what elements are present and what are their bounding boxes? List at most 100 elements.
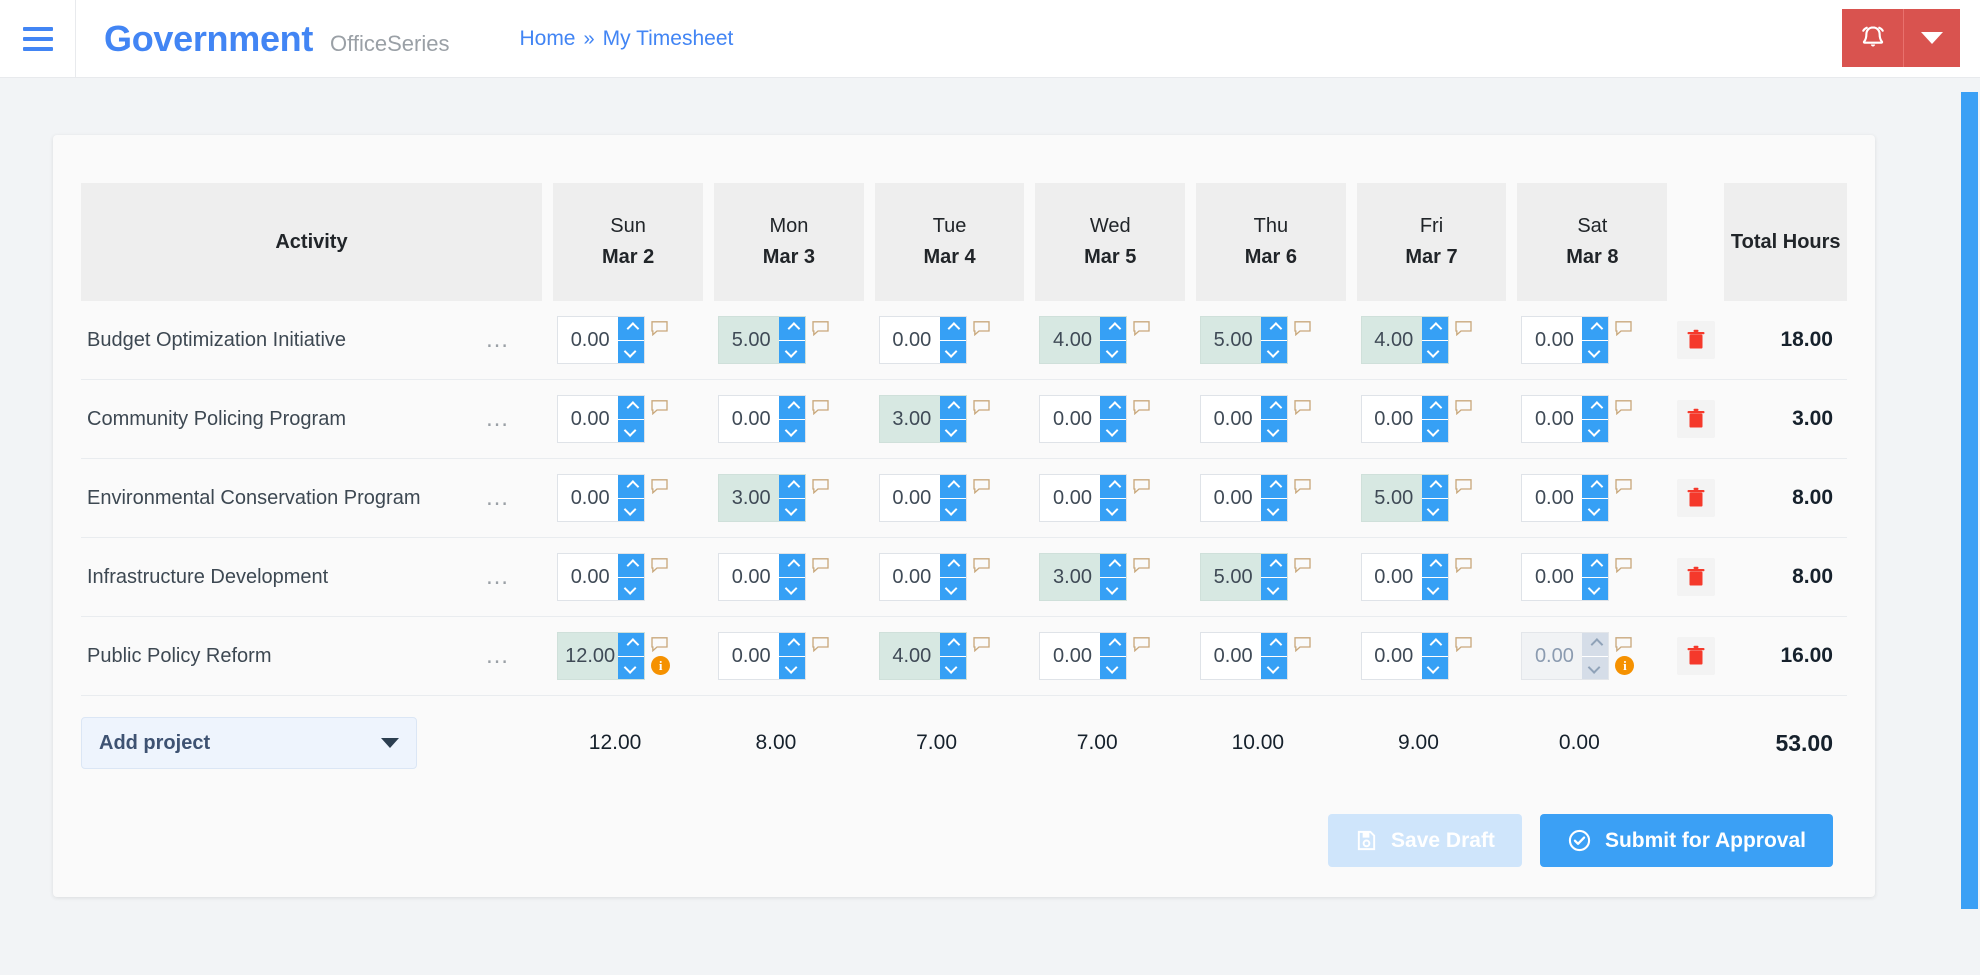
hours-stepper[interactable]: 4.00 — [878, 632, 967, 680]
info-warning-icon[interactable]: i — [651, 656, 671, 675]
comment-icon[interactable] — [1615, 637, 1633, 652]
stepper-increment-button[interactable] — [1100, 475, 1127, 499]
hours-stepper[interactable]: 0.00 — [1521, 553, 1610, 601]
hours-stepper[interactable]: 0.00 — [557, 395, 646, 443]
info-warning-icon[interactable]: i — [1615, 656, 1635, 675]
hours-stepper[interactable]: 0.00 — [1521, 316, 1610, 364]
hours-stepper[interactable]: 0.00 — [878, 316, 967, 364]
stepper-increment-button[interactable] — [618, 554, 645, 578]
hours-stepper[interactable]: 0.00 — [1521, 632, 1610, 680]
comment-icon[interactable] — [651, 637, 668, 652]
stepper-decrement-button[interactable] — [779, 419, 806, 442]
comment-icon[interactable] — [1133, 400, 1151, 415]
stepper-increment-button[interactable] — [779, 554, 806, 578]
comment-icon[interactable] — [651, 400, 668, 415]
stepper-decrement-button[interactable] — [1582, 577, 1609, 600]
hours-stepper[interactable]: 0.00 — [1360, 395, 1449, 443]
stepper-decrement-button[interactable] — [618, 656, 645, 679]
stepper-increment-button[interactable] — [1582, 554, 1609, 578]
comment-icon[interactable] — [812, 321, 829, 336]
row-menu-ellipsis-icon[interactable]: … — [485, 565, 512, 589]
row-menu-ellipsis-icon[interactable]: … — [485, 486, 512, 510]
stepper-decrement-button[interactable] — [939, 498, 966, 521]
notifications-dropdown-button[interactable] — [1904, 9, 1960, 67]
page-scrollbar-track[interactable] — [1957, 78, 1980, 975]
stepper-decrement-button[interactable] — [1100, 498, 1127, 521]
stepper-increment-button[interactable] — [779, 475, 806, 499]
comment-icon[interactable] — [1455, 400, 1472, 415]
stepper-decrement-button[interactable] — [939, 577, 966, 600]
breadcrumb-current-link[interactable]: My Timesheet — [603, 27, 734, 51]
stepper-increment-button[interactable] — [618, 633, 645, 657]
comment-icon[interactable] — [812, 479, 829, 494]
comment-icon[interactable] — [812, 400, 829, 415]
comment-icon[interactable] — [973, 321, 990, 336]
comment-icon[interactable] — [1133, 558, 1151, 573]
stepper-increment-button[interactable] — [618, 475, 645, 499]
stepper-increment-button[interactable] — [1261, 633, 1288, 657]
comment-icon[interactable] — [973, 558, 990, 573]
submit-for-approval-button[interactable]: Submit for Approval — [1539, 814, 1833, 867]
stepper-increment-button[interactable] — [939, 633, 966, 657]
hours-stepper[interactable]: 0.00 — [1200, 632, 1289, 680]
brand-logo[interactable]: Government OfficeSeries — [76, 18, 449, 60]
stepper-decrement-button[interactable] — [1421, 577, 1448, 600]
comment-icon[interactable] — [1294, 321, 1311, 336]
hours-stepper[interactable]: 4.00 — [1039, 316, 1128, 364]
stepper-decrement-button[interactable] — [1261, 340, 1288, 363]
hours-stepper[interactable]: 3.00 — [718, 474, 807, 522]
stepper-decrement-button[interactable] — [779, 656, 806, 679]
stepper-decrement-button[interactable] — [1582, 498, 1609, 521]
stepper-increment-button[interactable] — [779, 633, 806, 657]
comment-icon[interactable] — [1455, 479, 1472, 494]
hours-stepper[interactable]: 0.00 — [557, 474, 646, 522]
row-menu-ellipsis-icon[interactable]: … — [485, 328, 512, 352]
stepper-decrement-button[interactable] — [1421, 498, 1448, 521]
hours-stepper[interactable]: 5.00 — [1200, 316, 1289, 364]
stepper-decrement-button[interactable] — [1100, 419, 1127, 442]
page-scrollbar-thumb[interactable] — [1961, 92, 1978, 909]
stepper-increment-button[interactable] — [939, 475, 966, 499]
stepper-increment-button[interactable] — [1582, 633, 1609, 657]
comment-icon[interactable] — [1294, 558, 1311, 573]
stepper-decrement-button[interactable] — [939, 419, 966, 442]
comment-icon[interactable] — [1294, 637, 1311, 652]
stepper-increment-button[interactable] — [618, 317, 645, 341]
add-project-dropdown[interactable]: Add project — [81, 717, 417, 769]
stepper-decrement-button[interactable] — [779, 340, 806, 363]
stepper-decrement-button[interactable] — [1261, 577, 1288, 600]
delete-row-button[interactable] — [1676, 321, 1715, 359]
stepper-increment-button[interactable] — [1100, 317, 1127, 341]
stepper-increment-button[interactable] — [1100, 633, 1127, 657]
stepper-decrement-button[interactable] — [1582, 419, 1609, 442]
comment-icon[interactable] — [1294, 400, 1311, 415]
stepper-increment-button[interactable] — [1261, 475, 1288, 499]
hours-stepper[interactable]: 4.00 — [1360, 316, 1449, 364]
delete-row-button[interactable] — [1676, 400, 1715, 438]
stepper-increment-button[interactable] — [939, 396, 966, 420]
stepper-decrement-button[interactable] — [618, 340, 645, 363]
hours-stepper[interactable]: 12.00 — [557, 632, 646, 680]
stepper-increment-button[interactable] — [779, 396, 806, 420]
hours-stepper[interactable]: 0.00 — [1521, 474, 1610, 522]
hours-stepper[interactable]: 0.00 — [878, 553, 967, 601]
comment-icon[interactable] — [1455, 321, 1472, 336]
hours-stepper[interactable]: 0.00 — [1039, 395, 1128, 443]
stepper-decrement-button[interactable] — [779, 498, 806, 521]
stepper-decrement-button[interactable] — [1100, 340, 1127, 363]
stepper-decrement-button[interactable] — [939, 656, 966, 679]
hours-stepper[interactable]: 0.00 — [718, 553, 807, 601]
stepper-decrement-button[interactable] — [1421, 340, 1448, 363]
hours-stepper[interactable]: 0.00 — [1521, 395, 1610, 443]
hours-stepper[interactable]: 0.00 — [557, 553, 646, 601]
hours-stepper[interactable]: 0.00 — [878, 474, 967, 522]
comment-icon[interactable] — [1615, 479, 1633, 494]
comment-icon[interactable] — [812, 637, 829, 652]
stepper-decrement-button[interactable] — [618, 498, 645, 521]
stepper-decrement-button[interactable] — [1261, 656, 1288, 679]
stepper-decrement-button[interactable] — [1421, 656, 1448, 679]
comment-icon[interactable] — [1615, 400, 1633, 415]
hours-stepper[interactable]: 0.00 — [718, 632, 807, 680]
comment-icon[interactable] — [1133, 321, 1151, 336]
stepper-decrement-button[interactable] — [1582, 656, 1609, 679]
